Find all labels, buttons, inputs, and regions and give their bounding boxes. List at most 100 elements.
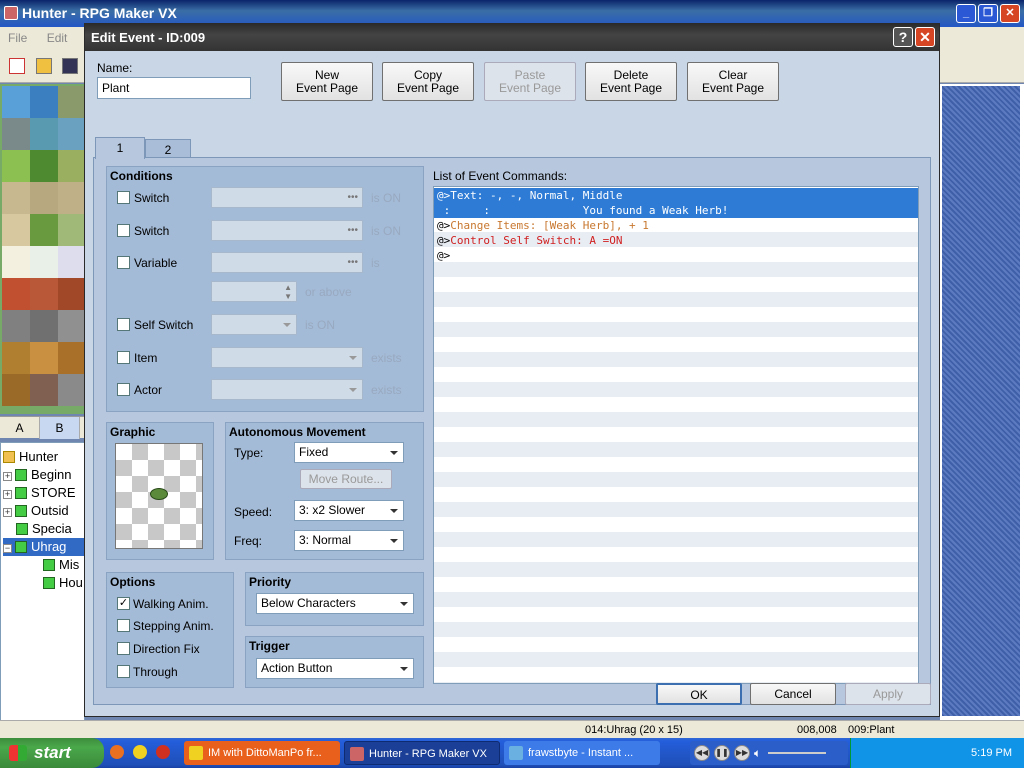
tile-tab-a[interactable]: A bbox=[0, 417, 40, 439]
stepping-anim-checkbox[interactable] bbox=[117, 619, 130, 632]
item-dropdown[interactable] bbox=[211, 347, 363, 368]
tab-page-1[interactable]: 1 bbox=[95, 137, 145, 159]
tree-item-map[interactable]: Specia bbox=[16, 520, 72, 538]
switch2-suffix: is ON bbox=[371, 224, 401, 238]
ok-button[interactable]: OK bbox=[656, 683, 742, 705]
actor-dropdown[interactable] bbox=[211, 379, 363, 400]
apply-button[interactable]: Apply bbox=[845, 683, 931, 705]
variable-checkbox[interactable] bbox=[117, 256, 130, 269]
self-switch-dropdown[interactable] bbox=[211, 314, 297, 335]
start-button[interactable]: start bbox=[0, 738, 104, 768]
priority-group: Priority Below Characters bbox=[245, 572, 424, 626]
expand-icon[interactable]: + bbox=[3, 472, 12, 481]
open-folder-icon[interactable] bbox=[36, 58, 52, 74]
through-checkbox[interactable] bbox=[117, 665, 130, 678]
tree-item-project[interactable]: Hunter bbox=[3, 448, 58, 466]
taskbar-item-rpgmaker[interactable]: Hunter - RPG Maker VX bbox=[344, 741, 500, 765]
expand-icon[interactable]: + bbox=[3, 508, 12, 517]
chevron-down-icon bbox=[349, 388, 357, 392]
type-dropdown[interactable]: Fixed bbox=[294, 442, 404, 463]
switch2-checkbox[interactable] bbox=[117, 224, 130, 237]
taskbar-item-im[interactable]: IM with DittoManPo fr... bbox=[184, 741, 340, 765]
chat-icon bbox=[509, 746, 523, 760]
app-close-button[interactable]: ✕ bbox=[1000, 4, 1020, 23]
new-event-page-button[interactable]: New Event Page bbox=[281, 62, 373, 101]
variable-or-above: or above bbox=[305, 285, 352, 299]
aim-icon[interactable] bbox=[156, 745, 170, 759]
switch1-selector[interactable]: ••• bbox=[211, 187, 363, 208]
tab-page-2[interactable]: 2 bbox=[145, 139, 191, 159]
clear-event-page-button[interactable]: Clear Event Page bbox=[687, 62, 779, 101]
tile-palette[interactable] bbox=[0, 84, 86, 414]
movement-title: Autonomous Movement bbox=[229, 425, 366, 439]
spin-up-icon[interactable]: ▲ bbox=[284, 283, 292, 292]
freq-dropdown[interactable]: 3: Normal bbox=[294, 530, 404, 551]
switch1-checkbox[interactable] bbox=[117, 191, 130, 204]
variable-label: Variable bbox=[134, 256, 178, 270]
variable-selector[interactable]: ••• bbox=[211, 252, 363, 273]
options-group: Options ✓ Walking Anim. Stepping Anim. D… bbox=[106, 572, 234, 688]
status-bar: 014:Uhrag (20 x 15) 008,008 009:Plant bbox=[0, 720, 1024, 738]
self-switch-checkbox[interactable] bbox=[117, 318, 130, 331]
switch2-selector[interactable]: ••• bbox=[211, 220, 363, 241]
tree-item-map-selected[interactable]: − Uhrag bbox=[3, 538, 84, 556]
tree-item-map[interactable]: + Outsid bbox=[3, 502, 69, 520]
name-field[interactable]: Plant bbox=[97, 77, 251, 99]
direction-fix-checkbox[interactable] bbox=[117, 642, 130, 655]
move-route-button[interactable]: Move Route... bbox=[300, 469, 392, 489]
volume-slider[interactable] bbox=[768, 752, 826, 754]
command-row[interactable]: @>Text: -, -, Normal, Middle bbox=[434, 188, 918, 203]
map-canvas[interactable] bbox=[942, 86, 1020, 716]
tree-item-map[interactable]: Mis bbox=[43, 556, 79, 574]
messenger-icon[interactable] bbox=[133, 745, 147, 759]
chevron-down-icon bbox=[283, 323, 291, 327]
rpgmaker-icon bbox=[350, 747, 364, 761]
trigger-dropdown[interactable]: Action Button bbox=[256, 658, 414, 679]
spin-down-icon[interactable]: ▼ bbox=[284, 292, 292, 301]
help-button[interactable]: ? bbox=[893, 27, 913, 47]
maximize-button[interactable]: ❐ bbox=[978, 4, 998, 23]
event-commands-list[interactable]: @>Text: -, -, Normal, Middle : : You fou… bbox=[433, 186, 919, 684]
command-row[interactable]: @> bbox=[434, 248, 918, 263]
menu-edit[interactable]: Edit bbox=[39, 31, 76, 45]
tree-item-map[interactable]: + Beginn bbox=[3, 466, 71, 484]
minimize-button[interactable]: _ bbox=[956, 4, 976, 23]
actor-checkbox[interactable] bbox=[117, 383, 130, 396]
command-row[interactable]: @>Control Self Switch: A =ON bbox=[434, 233, 918, 248]
pause-icon[interactable]: ❚❚ bbox=[714, 745, 730, 761]
command-row[interactable]: @>Change Items: [Weak Herb], + 1 bbox=[434, 218, 918, 233]
app-title: Hunter - RPG Maker VX bbox=[22, 5, 177, 21]
collapse-icon[interactable]: − bbox=[3, 544, 12, 553]
taskbar-item-chat[interactable]: frawstbyte - Instant ... bbox=[504, 741, 660, 765]
windows-logo-icon bbox=[9, 745, 27, 761]
menu-file[interactable]: File bbox=[0, 31, 35, 45]
priority-dropdown[interactable]: Below Characters bbox=[256, 593, 414, 614]
variable-value-stepper[interactable]: ▲ ▼ bbox=[211, 281, 297, 302]
copy-event-page-button[interactable]: Copy Event Page bbox=[382, 62, 474, 101]
previous-track-icon[interactable]: ◀◀ bbox=[694, 745, 710, 761]
expand-icon[interactable]: + bbox=[3, 490, 12, 499]
chevron-down-icon bbox=[390, 451, 398, 455]
trigger-group: Trigger Action Button bbox=[245, 636, 424, 688]
tree-item-map[interactable]: Hou bbox=[43, 574, 83, 592]
speed-dropdown[interactable]: 3: x2 Slower bbox=[294, 500, 404, 521]
new-project-icon[interactable] bbox=[9, 58, 25, 74]
conditions-group: Conditions Switch ••• is ON Switch ••• i… bbox=[106, 166, 424, 412]
map-icon bbox=[43, 577, 55, 589]
item-checkbox[interactable] bbox=[117, 351, 130, 364]
volume-icon[interactable]: 🔈︎ bbox=[754, 746, 761, 761]
dialog-close-button[interactable]: ✕ bbox=[915, 27, 935, 47]
chevron-down-icon bbox=[349, 356, 357, 360]
delete-event-page-button[interactable]: Delete Event Page bbox=[585, 62, 677, 101]
event-graphic-preview[interactable] bbox=[115, 443, 203, 549]
walking-anim-checkbox[interactable]: ✓ bbox=[117, 597, 130, 610]
tree-item-map[interactable]: + STORE bbox=[3, 484, 76, 502]
cancel-button[interactable]: Cancel bbox=[750, 683, 836, 705]
firefox-icon[interactable] bbox=[110, 745, 124, 759]
save-icon[interactable] bbox=[62, 58, 78, 74]
paste-event-page-button[interactable]: Paste Event Page bbox=[484, 62, 576, 101]
command-row[interactable]: : : You found a Weak Herb! bbox=[434, 203, 918, 218]
status-event: 009:Plant bbox=[848, 724, 895, 736]
next-track-icon[interactable]: ▶▶ bbox=[734, 745, 750, 761]
tile-tab-b[interactable]: B bbox=[40, 417, 80, 439]
